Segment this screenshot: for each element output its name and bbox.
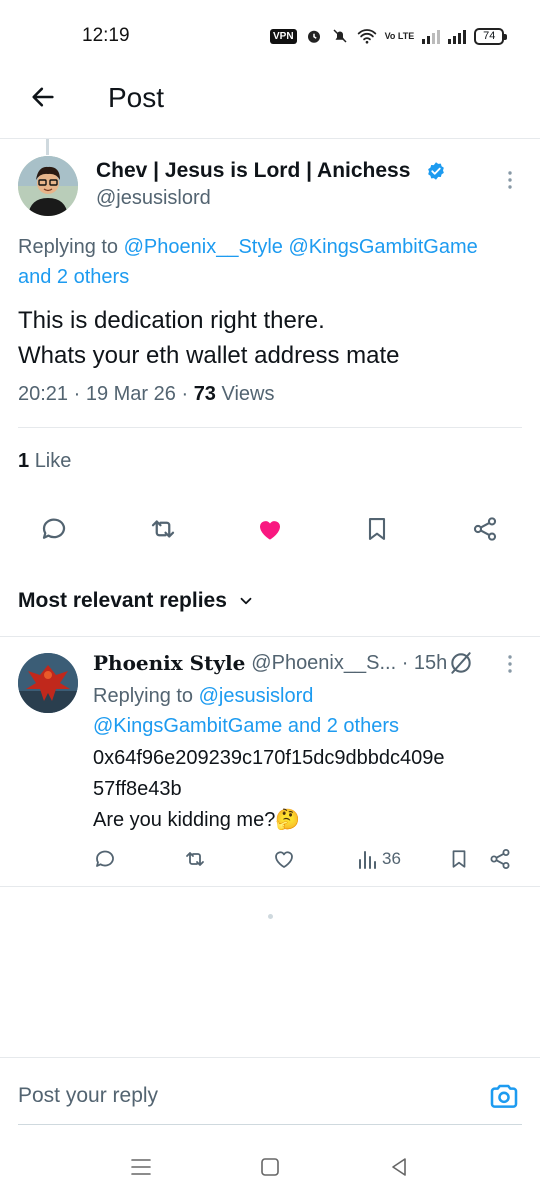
mention-link[interactable]: @jesusislord bbox=[199, 685, 314, 707]
bookmark-icon bbox=[452, 850, 466, 868]
grok-button[interactable] bbox=[448, 650, 474, 676]
likes-count: 1 bbox=[18, 450, 30, 472]
compose-underline bbox=[18, 1124, 522, 1125]
divider bbox=[0, 636, 540, 637]
replying-prefix: Replying to bbox=[93, 685, 199, 707]
likes-label: Like bbox=[34, 450, 72, 472]
post-time: 20:21 bbox=[18, 383, 69, 405]
reply-bookmark-button[interactable] bbox=[448, 845, 470, 873]
thread-connector-line bbox=[46, 139, 49, 155]
others-link[interactable]: and 2 others bbox=[18, 266, 129, 288]
reply-text-line: 57ff8e43b bbox=[93, 778, 182, 800]
camera-button[interactable] bbox=[488, 1080, 520, 1112]
reply-header: Phoenix Style @Phoenix__S... · 15h bbox=[93, 651, 447, 675]
post-date: 19 Mar 26 bbox=[85, 383, 176, 405]
views-chart-icon bbox=[359, 851, 376, 869]
arrow-left-icon bbox=[32, 87, 54, 107]
reply-views-button[interactable]: 36 bbox=[358, 845, 401, 873]
grok-icon bbox=[451, 652, 471, 674]
reply-separator: · bbox=[396, 651, 414, 674]
divider bbox=[0, 1057, 540, 1058]
reply-author-name[interactable]: Phoenix Style bbox=[93, 651, 245, 675]
reply-text-line: Are you kidding me?🤔 bbox=[93, 809, 301, 831]
reply-repost-button[interactable] bbox=[182, 845, 208, 873]
chevron-down-icon bbox=[240, 597, 252, 605]
menu-icon bbox=[131, 1159, 151, 1175]
reply-author-handle[interactable]: @Phoenix__S... bbox=[251, 652, 396, 675]
camera-icon bbox=[490, 1084, 518, 1108]
square-icon bbox=[261, 1158, 279, 1176]
vpn-badge: VPN bbox=[270, 28, 297, 44]
battery-indicator: 74 bbox=[474, 27, 508, 45]
reply-button[interactable] bbox=[36, 511, 72, 547]
post-text-line: Whats your eth wallet address mate bbox=[18, 342, 400, 369]
volte-indicator: Vo LTE bbox=[384, 30, 415, 41]
signal-2-icon bbox=[448, 28, 467, 44]
likes-count-link[interactable]: 1 Like bbox=[18, 450, 71, 473]
reply-time: 15h bbox=[413, 651, 448, 674]
bookmark-icon bbox=[368, 518, 386, 540]
avatar-illustration bbox=[18, 156, 78, 216]
like-button[interactable] bbox=[252, 511, 288, 547]
phoenix-avatar-illustration bbox=[18, 653, 78, 713]
reply-sort-label: Most relevant replies bbox=[18, 589, 227, 612]
repost-icon bbox=[151, 520, 175, 538]
system-back-button[interactable] bbox=[384, 1152, 414, 1182]
post-text: This is dedication right there. Whats yo… bbox=[18, 303, 528, 373]
mention-link[interactable]: @Phoenix__Style bbox=[124, 236, 283, 258]
alarm-icon bbox=[307, 30, 320, 43]
reply-replying-to: Replying to @jesusislord @KingsGambitGam… bbox=[93, 681, 533, 741]
page-title: Post bbox=[108, 82, 165, 113]
more-vertical-icon bbox=[508, 655, 512, 673]
views-count: 73 bbox=[193, 383, 216, 405]
repost-button[interactable] bbox=[145, 511, 181, 547]
post-meta: 20:21 · 19 Mar 26 · 73 Views bbox=[18, 383, 275, 405]
reply-share-button[interactable] bbox=[488, 845, 512, 873]
reply-views-count: 36 bbox=[382, 849, 401, 868]
bookmark-button[interactable] bbox=[359, 511, 395, 547]
divider bbox=[18, 427, 522, 428]
verified-badge-icon bbox=[428, 162, 444, 180]
mention-link[interactable]: @KingsGambitGame bbox=[288, 236, 477, 258]
triangle-back-icon bbox=[392, 1158, 406, 1176]
comment-icon bbox=[96, 850, 114, 867]
signal-1-icon bbox=[422, 28, 441, 44]
comment-icon bbox=[42, 518, 66, 539]
status-icons: VPN Vo LTE 74 bbox=[270, 24, 508, 48]
heart-filled-icon bbox=[260, 521, 280, 540]
recent-apps-button[interactable] bbox=[126, 1152, 156, 1182]
repost-icon bbox=[186, 852, 204, 866]
share-icon bbox=[473, 517, 497, 541]
reply-sort-dropdown[interactable]: Most relevant replies bbox=[18, 589, 255, 613]
divider bbox=[0, 886, 540, 887]
home-button[interactable] bbox=[255, 1152, 285, 1182]
views-label: Views bbox=[221, 383, 275, 405]
reply-more-options-button[interactable] bbox=[498, 652, 522, 676]
others-link[interactable]: and 2 others bbox=[288, 715, 399, 737]
author-name[interactable]: Chev | Jesus is Lord | Anichess bbox=[96, 159, 410, 183]
reply-reply-button[interactable] bbox=[93, 845, 117, 873]
more-options-button[interactable] bbox=[498, 168, 522, 192]
post-text-line: This is dedication right there. bbox=[18, 307, 325, 334]
heart-outline-icon bbox=[275, 851, 293, 868]
status-time: 12:19 bbox=[82, 25, 130, 46]
wifi-icon bbox=[357, 29, 376, 44]
share-button[interactable] bbox=[467, 511, 503, 547]
reply-text: 0x64f96e209239c170f15dc9dbbdc409e 57ff8e… bbox=[93, 743, 533, 836]
mention-link[interactable]: @KingsGambitGame bbox=[93, 715, 282, 737]
header-divider bbox=[0, 138, 540, 139]
more-vertical-icon bbox=[508, 171, 512, 189]
author-avatar[interactable] bbox=[18, 156, 78, 216]
share-icon bbox=[490, 849, 510, 869]
loading-indicator bbox=[268, 914, 273, 919]
reply-compose-input[interactable] bbox=[18, 1084, 458, 1108]
mute-bell-icon bbox=[333, 29, 347, 43]
reply-like-button[interactable] bbox=[272, 845, 296, 873]
reply-text-line: 0x64f96e209239c170f15dc9dbbdc409e bbox=[93, 747, 445, 769]
replying-to: Replying to @Phoenix__Style @KingsGambit… bbox=[18, 232, 533, 292]
back-button[interactable] bbox=[26, 80, 60, 114]
replying-prefix: Replying to bbox=[18, 236, 124, 258]
author-handle[interactable]: @jesusislord bbox=[96, 187, 211, 210]
reply-author-avatar[interactable] bbox=[18, 653, 78, 713]
